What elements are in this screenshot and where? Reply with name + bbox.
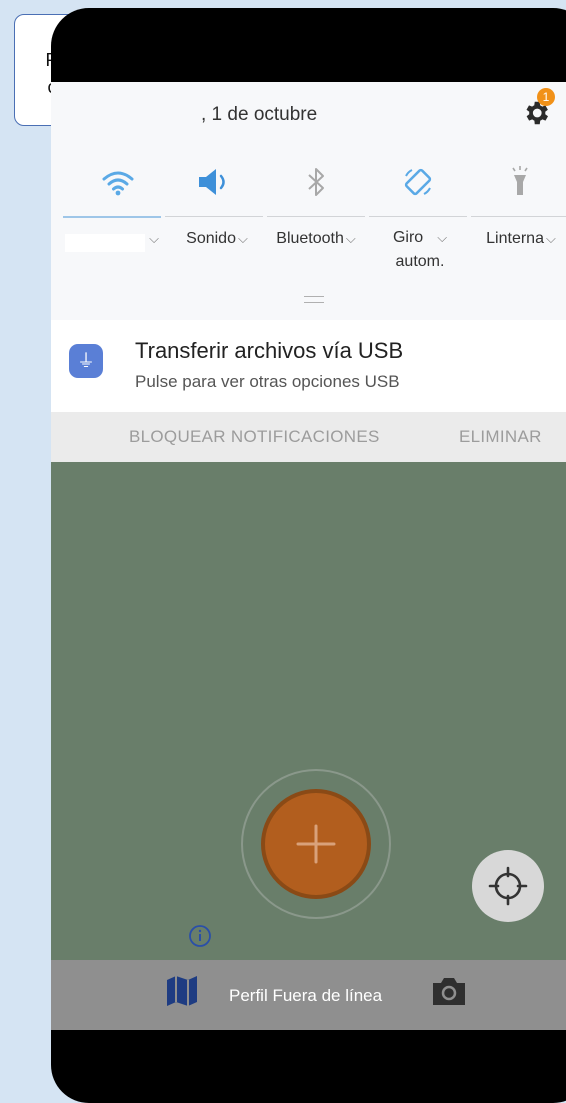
wifi-label-blank (65, 234, 145, 252)
rotation-label[interactable]: Giro ⌵ autom. (371, 226, 469, 274)
flashlight-label[interactable]: Linterna ⌵ (475, 230, 566, 248)
rotation-label-text: Giro (392, 229, 424, 246)
plus-icon (296, 824, 336, 864)
flashlight-label-text: Linterna (486, 230, 544, 247)
bluetooth-label[interactable]: Bluetooth ⌵ (265, 230, 367, 248)
wifi-label[interactable]: ⌵ (143, 230, 163, 248)
usb-icon: ⏚ (69, 344, 103, 378)
sound-label[interactable]: Sonido ⌵ (171, 230, 263, 248)
phone-frame: , 1 de octubre 1 ⌵ Sonido ⌵ Bluetooth ⌵ … (51, 8, 566, 1103)
shade-drag-handle[interactable] (304, 296, 324, 303)
add-button[interactable] (261, 789, 371, 899)
sound-label-text: Sonido (186, 230, 236, 247)
clear-button[interactable]: ELIMINAR (459, 427, 542, 447)
rotation-icon[interactable] (398, 162, 438, 202)
map-icon[interactable] (163, 972, 201, 1010)
notification-shade: , 1 de octubre 1 ⌵ Sonido ⌵ Bluetooth ⌵ … (51, 82, 566, 320)
crosshair-icon (488, 866, 528, 906)
divider (369, 216, 467, 217)
bluetooth-label-text: Bluetooth (276, 230, 344, 247)
rotation-label-text-2: autom. (395, 253, 445, 270)
date-text: , 1 de octubre (201, 104, 318, 125)
fab-ring (241, 769, 391, 919)
divider (471, 216, 566, 217)
block-notifications-button[interactable]: BLOQUEAR NOTIFICACIONES (129, 427, 380, 447)
wifi-icon[interactable] (98, 162, 138, 202)
map-area[interactable] (51, 462, 566, 960)
chevron-down-icon: ⌵ (437, 230, 448, 245)
settings-badge: 1 (537, 88, 555, 106)
usb-notification[interactable]: ⏚ Transferir archivos vía USB Pulse para… (51, 320, 566, 412)
bottom-bar: Perfil Fuera de línea (51, 960, 566, 1030)
chevron-down-icon: ⌵ (237, 231, 248, 246)
chevron-down-icon: ⌵ (149, 231, 159, 246)
offline-profile-label: Perfil Fuera de línea (229, 986, 383, 1005)
notification-subtitle: Pulse para ver otras opciones USB (135, 372, 400, 391)
notification-title: Transferir archivos vía USB (135, 338, 404, 363)
locate-button[interactable] (472, 850, 544, 922)
chevron-down-icon: ⌵ (545, 231, 556, 246)
divider (165, 216, 263, 217)
bluetooth-icon[interactable] (296, 162, 336, 202)
chevron-down-icon: ⌵ (345, 231, 356, 246)
notification-actions: BLOQUEAR NOTIFICACIONES ELIMINAR (51, 412, 566, 462)
quick-settings-row (63, 162, 566, 202)
wifi-selected-underline (63, 216, 161, 218)
volume-icon[interactable] (193, 162, 233, 202)
divider (267, 216, 365, 217)
info-icon[interactable] (188, 924, 212, 948)
flashlight-icon[interactable] (500, 162, 540, 202)
camera-icon[interactable] (429, 974, 469, 1008)
